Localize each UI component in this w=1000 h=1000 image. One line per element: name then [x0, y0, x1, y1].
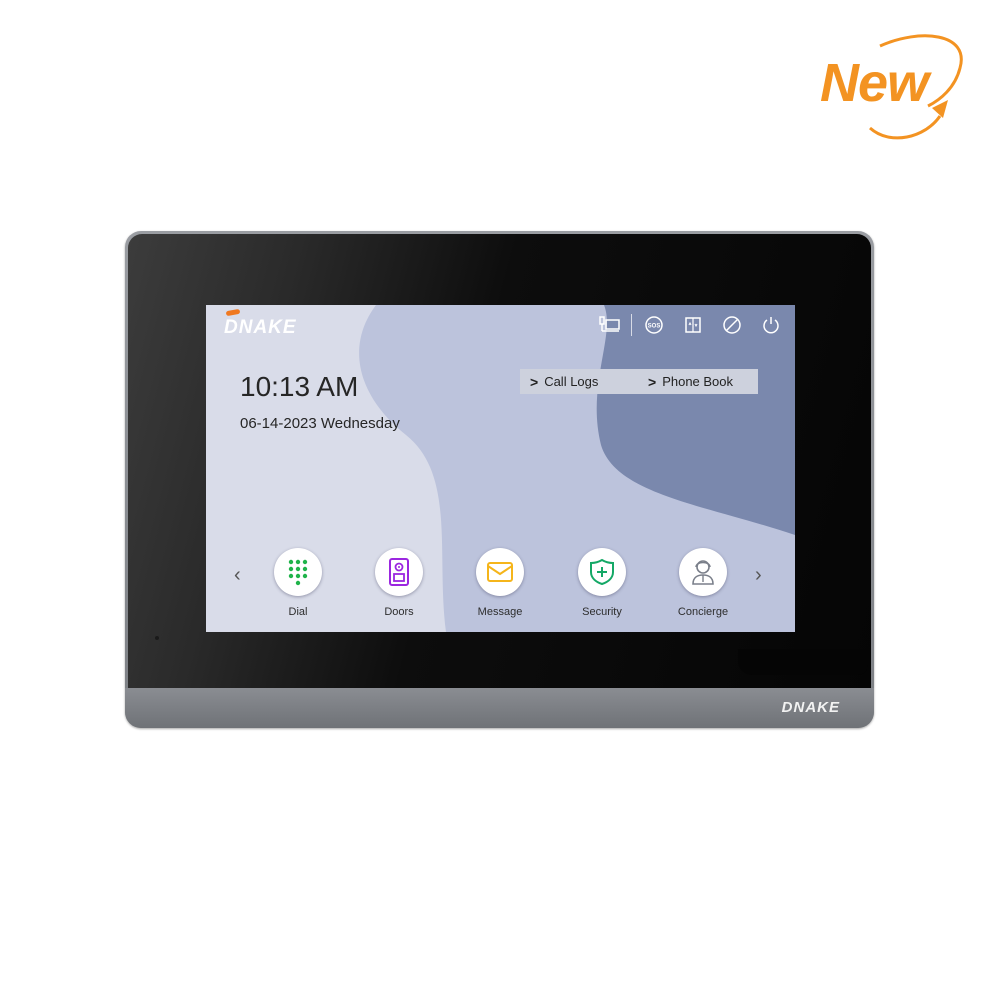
next-page-button[interactable]: › — [755, 564, 762, 587]
app-launcher: ‹ Dial Doors Message Security Concierge … — [206, 548, 795, 632]
app-label: Concierge — [677, 606, 729, 618]
power-icon[interactable] — [759, 313, 783, 337]
device-brand-logo: DNAKE — [781, 699, 840, 716]
shield-plus-icon — [590, 558, 614, 586]
chevron-right-icon: > — [530, 373, 539, 390]
envelope-icon — [487, 562, 513, 582]
dialpad-icon — [288, 559, 308, 586]
concierge-agent-icon — [692, 560, 714, 585]
app-label: Security — [582, 606, 622, 618]
monitor-icon[interactable] — [598, 313, 622, 337]
app-doors[interactable]: Doors — [364, 548, 434, 618]
new-badge: New — [810, 28, 980, 148]
device-chin: DNAKE — [125, 688, 874, 728]
clock-time: 10:13 AM — [240, 371, 359, 402]
microphone-hole — [155, 636, 159, 640]
phone-book-link[interactable]: > Phone Book — [638, 374, 733, 390]
touch-screen: DNAKE 10:13 AM 06-14-2023 Wednesday SOS … — [206, 305, 795, 632]
screen-logo: DNAKE — [224, 317, 297, 338]
do-not-disturb-icon[interactable] — [720, 313, 744, 337]
call-logs-link[interactable]: > Call Logs — [520, 374, 638, 390]
prev-page-button[interactable]: ‹ — [234, 564, 241, 587]
elevator-icon[interactable] — [681, 313, 705, 337]
app-dial[interactable]: Dial — [263, 548, 333, 618]
clock-date: 06-14-2023 Wednesday — [240, 415, 400, 432]
chevron-right-icon: > — [648, 373, 657, 390]
svg-text:SOS: SOS — [648, 324, 661, 330]
quick-links-bar: > Call Logs > Phone Book — [520, 369, 758, 394]
app-label: Dial — [288, 606, 308, 618]
sos-icon[interactable]: SOS — [642, 313, 666, 337]
app-concierge[interactable]: Concierge — [668, 548, 738, 618]
door-station-icon — [389, 558, 409, 586]
new-text: New — [820, 53, 929, 113]
app-security[interactable]: Security — [567, 548, 637, 618]
app-label: Message — [477, 606, 523, 618]
app-message[interactable]: Message — [465, 548, 535, 618]
status-separator — [631, 314, 632, 336]
app-label: Doors — [384, 606, 414, 618]
status-bar: SOS — [598, 313, 795, 337]
